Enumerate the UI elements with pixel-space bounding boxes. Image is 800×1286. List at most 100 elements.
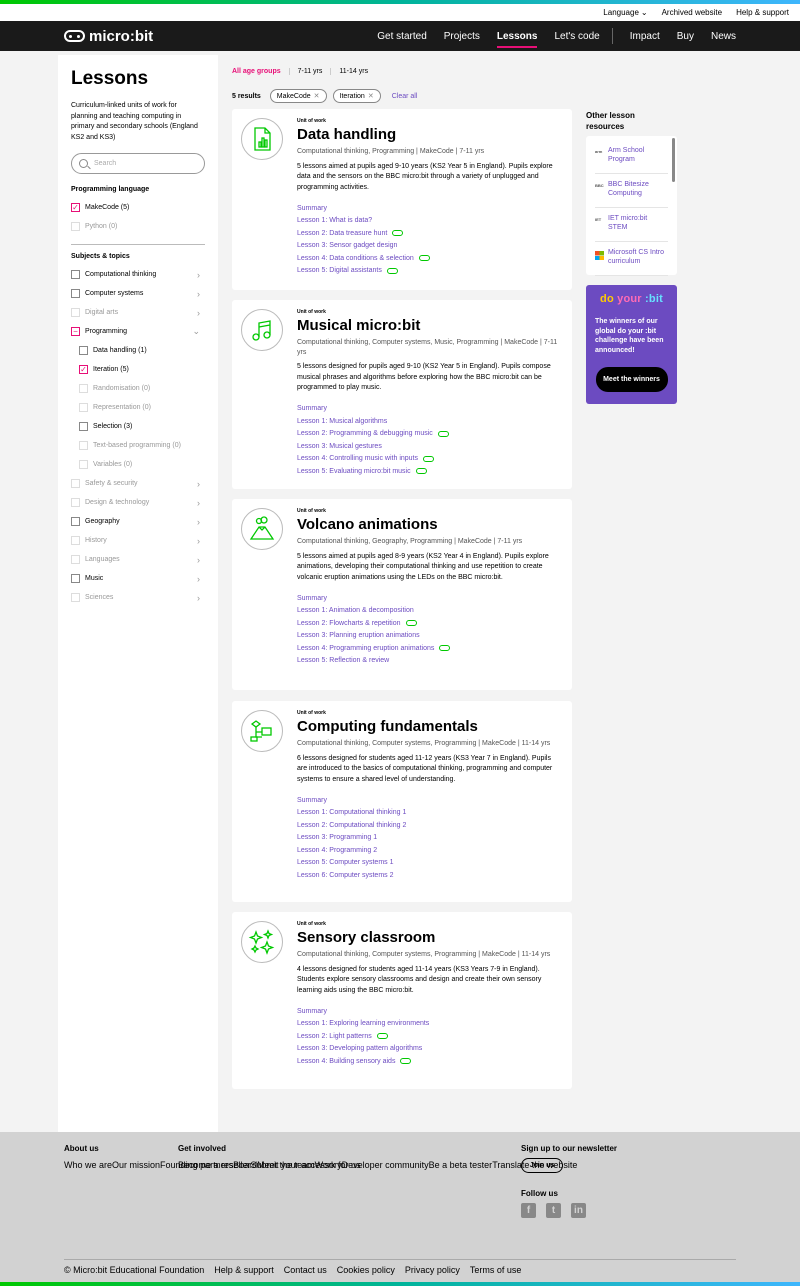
lesson-link[interactable]: Lesson 2: Computational thinking 2 <box>297 819 562 832</box>
filter-option-geography[interactable]: Geography › <box>71 512 205 531</box>
lesson-link[interactable]: Lesson 2: Data treasure hunt <box>297 227 562 240</box>
filter-option-digital-arts[interactable]: Digital arts › <box>71 303 205 322</box>
chevron-right-icon[interactable]: › <box>197 308 200 318</box>
filter-option-randomisation-0[interactable]: Randomisation (0) <box>71 379 205 398</box>
checkbox-icon[interactable] <box>79 346 88 355</box>
filter-option-music[interactable]: Music › <box>71 569 205 588</box>
chevron-right-icon[interactable]: › <box>197 498 200 508</box>
summary-link[interactable]: Summary <box>297 202 562 215</box>
checkbox-minus-icon[interactable]: − <box>71 327 80 336</box>
lesson-link[interactable]: Lesson 3: Developing pattern algorithms <box>297 1043 562 1056</box>
checkbox-icon[interactable] <box>71 289 80 298</box>
checkbox-icon[interactable] <box>71 517 80 526</box>
checkbox-icon[interactable] <box>71 498 80 507</box>
lesson-link[interactable]: Lesson 3: Sensor gadget design <box>297 240 562 253</box>
lesson-link[interactable]: Lesson 2: Programming & debugging music <box>297 428 562 441</box>
summary-link[interactable]: Summary <box>297 592 562 605</box>
filter-option-computational-thinking[interactable]: Computational thinking › <box>71 265 205 284</box>
resource-arm-school-program[interactable]: arm Arm School Program <box>595 140 668 174</box>
chevron-right-icon[interactable]: › <box>197 593 200 603</box>
lesson-link[interactable]: Lesson 6: Computer systems 2 <box>297 869 562 882</box>
microbit-logo[interactable]: micro:bit <box>64 28 360 45</box>
nav-buy[interactable]: Buy <box>677 29 694 44</box>
checkbox-icon[interactable] <box>79 441 88 450</box>
filter-chip-iteration[interactable]: Iteration ✕ <box>332 89 381 103</box>
clear-all-link[interactable]: Clear all <box>392 93 418 100</box>
chevron-down-icon[interactable]: ⌄ <box>192 326 200 337</box>
footer-link-become-a-reseller[interactable]: Become a reseller <box>178 1158 251 1173</box>
card-title[interactable]: Data handling <box>297 126 562 143</box>
lesson-link[interactable]: Lesson 2: Flowcharts & repetition <box>297 617 562 630</box>
lesson-link[interactable]: Lesson 5: Reflection & review <box>297 655 562 668</box>
lesson-link[interactable]: Lesson 3: Planning eruption animations <box>297 630 562 643</box>
filter-option-iteration-5[interactable]: ✓ Iteration (5) <box>71 360 205 379</box>
chevron-right-icon[interactable]: › <box>197 517 200 527</box>
help-support-link[interactable]: Help & support <box>736 8 789 17</box>
lesson-link[interactable]: Lesson 4: Data conditions & selection <box>297 252 562 265</box>
tab-7-11[interactable]: 7-11 yrs <box>288 68 331 75</box>
chevron-right-icon[interactable]: › <box>197 289 200 299</box>
checkbox-icon[interactable] <box>71 536 80 545</box>
nav-lessons[interactable]: Lessons <box>496 29 537 48</box>
checkbox-icon[interactable] <box>79 384 88 393</box>
lesson-link[interactable]: Lesson 4: Programming 2 <box>297 844 562 857</box>
summary-link[interactable]: Summary <box>297 1005 562 1018</box>
lesson-link[interactable]: Lesson 5: Evaluating micro:bit music <box>297 465 562 478</box>
nav-get-started[interactable]: Get started <box>377 29 426 44</box>
checkbox-checked-icon[interactable]: ✓ <box>79 365 88 374</box>
filter-option-variables-0[interactable]: Variables (0) <box>71 455 205 474</box>
checkbox-checked-icon[interactable]: ✓ <box>71 203 80 212</box>
checkbox-icon[interactable] <box>71 555 80 564</box>
checkbox-icon[interactable] <box>71 593 80 602</box>
checkbox-icon[interactable] <box>79 460 88 469</box>
nav-news[interactable]: News <box>711 29 736 44</box>
filter-option-text-based-programming-0[interactable]: Text-based programming (0) <box>71 436 205 455</box>
facebook-icon[interactable]: f <box>521 1202 536 1218</box>
nav-projects[interactable]: Projects <box>444 29 480 44</box>
filter-option-representation-0[interactable]: Representation (0) <box>71 398 205 417</box>
checkbox-icon[interactable] <box>71 574 80 583</box>
lesson-link[interactable]: Lesson 4: Controlling music with inputs <box>297 453 562 466</box>
nav-lets-code[interactable]: Let's code <box>554 29 599 44</box>
checkbox-icon[interactable] <box>71 222 80 231</box>
summary-link[interactable]: Summary <box>297 403 562 416</box>
checkbox-icon[interactable] <box>71 479 80 488</box>
twitter-icon[interactable]: t <box>546 1202 561 1218</box>
language-selector[interactable]: Language ⌄ <box>603 8 647 17</box>
footer-link-terms-of-use[interactable]: Terms of use <box>470 1265 522 1275</box>
lesson-link[interactable]: Lesson 3: Musical gestures <box>297 440 562 453</box>
filter-option-languages[interactable]: Languages › <box>71 550 205 569</box>
lesson-link[interactable]: Lesson 4: Programming eruption animation… <box>297 642 562 655</box>
card-title[interactable]: Musical micro:bit <box>297 317 562 334</box>
checkbox-icon[interactable] <box>71 270 80 279</box>
filter-option-history[interactable]: History › <box>71 531 205 550</box>
lesson-link[interactable]: Lesson 5: Digital assistants <box>297 265 562 278</box>
filter-option-sciences[interactable]: Sciences › <box>71 588 205 607</box>
lesson-link[interactable]: Lesson 1: Computational thinking 1 <box>297 807 562 820</box>
card-title[interactable]: Sensory classroom <box>297 929 562 946</box>
card-title[interactable]: Computing fundamentals <box>297 718 562 735</box>
lesson-link[interactable]: Lesson 5: Computer systems 1 <box>297 857 562 870</box>
lesson-link[interactable]: Lesson 1: Musical algorithms <box>297 415 562 428</box>
filter-option-python-0[interactable]: Python (0) <box>71 217 205 236</box>
filter-option-computer-systems[interactable]: Computer systems › <box>71 284 205 303</box>
filter-option-safety-security[interactable]: Safety & security › <box>71 474 205 493</box>
join-us-button[interactable]: Join us <box>521 1158 563 1173</box>
filter-option-selection-3[interactable]: Selection (3) <box>71 417 205 436</box>
checkbox-icon[interactable] <box>79 422 88 431</box>
filter-option-design-technology[interactable]: Design & technology › <box>71 493 205 512</box>
footer-link-help-support[interactable]: Help & support <box>214 1265 274 1275</box>
lesson-link[interactable]: Lesson 1: Exploring learning environment… <box>297 1018 562 1031</box>
nav-impact[interactable]: Impact <box>630 29 660 44</box>
resource-iet-micro-bit-stem[interactable]: IET IET micro:bit STEM <box>595 208 668 242</box>
filter-option-makecode-5[interactable]: ✓ MakeCode (5) <box>71 198 205 217</box>
footer-link-submit-your-accessory[interactable]: Submit your accessory <box>251 1158 342 1173</box>
card-title[interactable]: Volcano animations <box>297 516 562 533</box>
chevron-right-icon[interactable]: › <box>197 574 200 584</box>
lesson-link[interactable]: Lesson 3: Programming 1 <box>297 832 562 845</box>
footer-link-cookies-policy[interactable]: Cookies policy <box>337 1265 395 1275</box>
chevron-right-icon[interactable]: › <box>197 555 200 565</box>
resource-bbc-bitesize-computing[interactable]: BBC BBC Bitesize Computing <box>595 174 668 208</box>
search-input[interactable]: Search <box>71 153 205 174</box>
archived-website-link[interactable]: Archived website <box>662 8 722 17</box>
